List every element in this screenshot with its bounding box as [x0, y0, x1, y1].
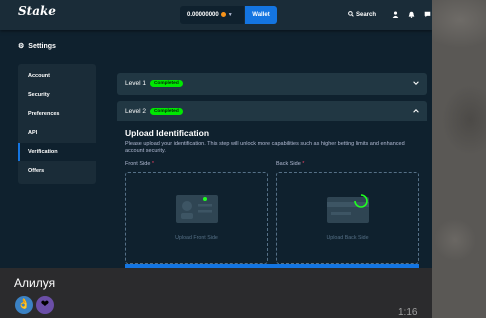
- upload-section: Upload Identification Please upload your…: [117, 121, 427, 268]
- upload-description: Please upload your identification. This …: [125, 141, 405, 154]
- top-bar: Stake 0.00000000 ▼ Wallet Search: [0, 0, 432, 30]
- front-side-dropzone[interactable]: Upload Front Side: [125, 172, 268, 264]
- id-card-front-icon: [176, 195, 218, 223]
- balance-value: 0.00000000: [187, 12, 219, 18]
- level-1-label: Level 1: [125, 80, 146, 87]
- sidebar-item-preferences[interactable]: Preferences: [18, 105, 96, 123]
- sidebar-item-account[interactable]: Account: [18, 67, 96, 85]
- back-side-text: Back Side: [276, 161, 301, 167]
- sidebar-item-security[interactable]: Security: [18, 86, 96, 104]
- level-1-completed-badge: Completed: [149, 80, 183, 87]
- wallet-button[interactable]: Wallet: [245, 6, 277, 24]
- sidebar-item-offers[interactable]: Offers: [18, 162, 96, 180]
- id-card-back-icon: [327, 194, 369, 223]
- balance-display[interactable]: 0.00000000 ▼: [180, 6, 244, 24]
- level-2-completed-badge: Completed: [149, 108, 183, 115]
- upload-front-button[interactable]: Upload Front Side: [126, 235, 267, 241]
- level-2-label: Level 2: [125, 108, 146, 115]
- bell-icon[interactable]: [408, 11, 415, 18]
- user-icon[interactable]: [392, 11, 399, 18]
- back-side-label: Back Side *: [276, 161, 304, 167]
- heart-icon[interactable]: ❤: [36, 296, 54, 314]
- message-bubble: [0, 268, 432, 318]
- level-1-header: Level 1 Completed: [125, 80, 183, 87]
- chevron-down-icon: ▼: [227, 12, 233, 18]
- level-2-header: Level 2 Completed: [125, 108, 183, 115]
- required-mark: *: [151, 161, 155, 167]
- message-time: 1:16: [398, 307, 418, 318]
- settings-sidebar: Account Security Preferences API Verific…: [18, 64, 96, 184]
- settings-heading: ⚙ Settings: [18, 42, 56, 50]
- back-side-dropzone[interactable]: Upload Back Side: [276, 172, 419, 264]
- chevron-up-icon[interactable]: [413, 108, 419, 114]
- settings-title-text: Settings: [28, 43, 56, 50]
- sidebar-item-api[interactable]: API: [18, 124, 96, 142]
- sidebar-item-verification[interactable]: Verification: [18, 143, 96, 161]
- stake-logo[interactable]: Stake: [18, 4, 56, 18]
- gear-icon: ⚙: [18, 43, 25, 50]
- search-icon: [348, 11, 354, 17]
- thumbs-up-icon[interactable]: 👌: [15, 296, 33, 314]
- upload-title: Upload Identification: [125, 128, 210, 138]
- level-2-panel[interactable]: Level 2 Completed: [117, 101, 427, 121]
- upload-back-button[interactable]: Upload Back Side: [277, 235, 418, 241]
- level-1-panel[interactable]: Level 1 Completed: [117, 73, 427, 95]
- chevron-down-icon[interactable]: [413, 80, 419, 86]
- required-mark: *: [302, 161, 305, 167]
- front-side-label: Front Side *: [125, 161, 154, 167]
- btc-coin-icon: [220, 11, 226, 17]
- chat-icon[interactable]: [424, 11, 431, 18]
- search-button[interactable]: Search: [348, 11, 376, 18]
- front-side-text: Front Side: [125, 161, 151, 167]
- search-label: Search: [356, 12, 377, 18]
- message-caption: Алилуя: [14, 276, 56, 290]
